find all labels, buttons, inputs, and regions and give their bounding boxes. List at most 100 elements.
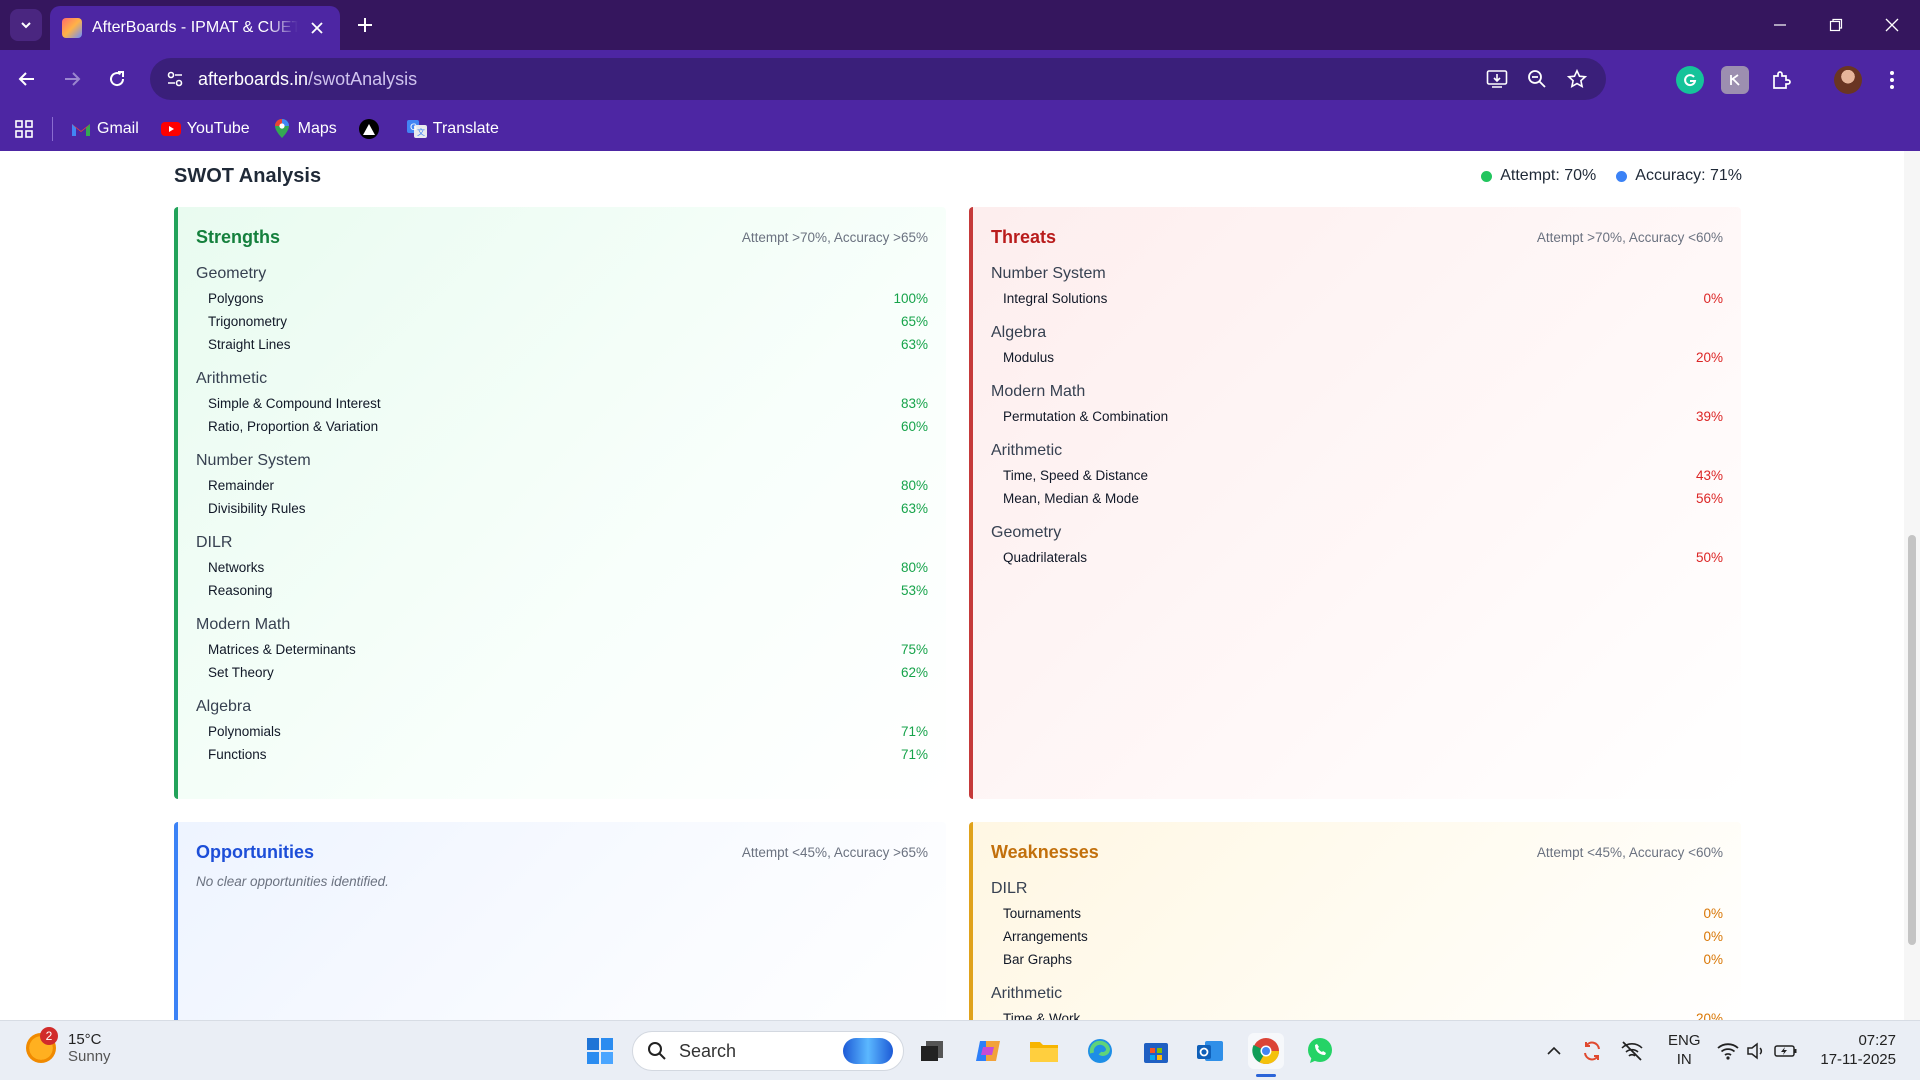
weather-condition: Sunny bbox=[68, 1048, 111, 1065]
clock-time: 07:27 bbox=[1858, 1032, 1896, 1049]
apps-grid-button[interactable] bbox=[14, 119, 34, 139]
bookmark-maps[interactable]: Maps bbox=[272, 119, 337, 138]
search-label: Search bbox=[679, 1040, 737, 1061]
extensions-puzzle-icon[interactable] bbox=[1767, 66, 1795, 94]
browser-menu-icon[interactable] bbox=[1878, 66, 1906, 94]
grammarly-extension-icon[interactable] bbox=[1676, 66, 1704, 94]
file-explorer-button[interactable] bbox=[1026, 1033, 1062, 1069]
reload-button[interactable] bbox=[100, 62, 134, 96]
threats-card: Threats Attempt >70%, Accuracy <60% Numb… bbox=[969, 207, 1741, 799]
triangle-app-icon bbox=[358, 119, 379, 139]
bookmarks-divider bbox=[52, 117, 53, 141]
taskbar-search[interactable]: Search bbox=[632, 1031, 904, 1071]
chevron-down-icon bbox=[21, 22, 31, 29]
weather-widget[interactable]: 2 15°C Sunny bbox=[26, 1027, 111, 1065]
search-highlight-icon bbox=[843, 1038, 893, 1064]
extension-app-icon[interactable] bbox=[1721, 66, 1749, 94]
tab-search-button[interactable] bbox=[10, 9, 42, 41]
topic-group: Modern Math Permutation & Combination 39% bbox=[991, 379, 1723, 428]
page-title: SWOT Analysis bbox=[174, 165, 322, 187]
network-status-button[interactable] bbox=[1618, 1033, 1646, 1069]
profile-avatar[interactable] bbox=[1834, 66, 1862, 94]
gmail-icon bbox=[71, 120, 91, 138]
address-bar-actions bbox=[1484, 68, 1590, 90]
restore-button[interactable] bbox=[1808, 0, 1864, 50]
tab-close-button[interactable] bbox=[306, 17, 328, 39]
language-indicator[interactable]: ENG IN bbox=[1668, 1031, 1701, 1069]
new-tab-button[interactable] bbox=[352, 12, 378, 38]
no-internet-icon bbox=[1621, 1041, 1643, 1061]
outlook-button[interactable] bbox=[1192, 1033, 1228, 1069]
topic-group: Arithmetic Simple & Compound Interest 83%… bbox=[196, 366, 928, 438]
start-button[interactable] bbox=[582, 1033, 618, 1069]
restore-icon bbox=[1829, 18, 1843, 32]
whatsapp-button[interactable] bbox=[1302, 1033, 1338, 1069]
system-clock[interactable]: 07:27 17-11-2025 bbox=[1820, 1031, 1896, 1069]
whatsapp-icon bbox=[1308, 1038, 1332, 1063]
battery-button[interactable] bbox=[1772, 1033, 1800, 1069]
topic-group: Arithmetic Time & Work 20% bbox=[991, 981, 1723, 1020]
page-content: SWOT Analysis Attempt: 70% Accuracy: 71%… bbox=[0, 151, 1920, 1020]
strengths-groups: Geometry Polygons 100% Trigonometry 65% St… bbox=[196, 261, 928, 766]
wifi-icon bbox=[1717, 1043, 1739, 1060]
topic-row: Time, Speed & Distance 43% bbox=[1003, 468, 1723, 483]
tab-strip: AfterBoards - IPMAT & CUET Pr bbox=[0, 0, 1920, 50]
volume-button[interactable] bbox=[1742, 1033, 1770, 1069]
bookmark-youtube[interactable]: YouTube bbox=[160, 120, 250, 138]
strengths-criteria: Attempt >70%, Accuracy >65% bbox=[741, 230, 928, 245]
bookmark-gmail[interactable]: Gmail bbox=[71, 120, 139, 138]
topic-group: Number System Remainder 80% Divisibility … bbox=[196, 448, 928, 520]
forward-button[interactable] bbox=[55, 62, 89, 96]
wifi-button[interactable] bbox=[1714, 1033, 1742, 1069]
weather-temperature: 15°C bbox=[68, 1031, 102, 1048]
task-view-icon bbox=[921, 1041, 943, 1061]
chrome-button[interactable] bbox=[1248, 1033, 1284, 1069]
bookmark-translate[interactable]: G文 Translate bbox=[406, 120, 499, 138]
battery-charging-icon bbox=[1774, 1045, 1797, 1057]
microsoft-store-button[interactable] bbox=[1138, 1033, 1174, 1069]
site-info-icon[interactable] bbox=[164, 68, 186, 90]
close-window-button[interactable] bbox=[1864, 0, 1920, 50]
outlook-icon bbox=[1197, 1041, 1223, 1061]
close-icon bbox=[1885, 18, 1899, 32]
address-bar[interactable]: afterboards.in/swotAnalysis bbox=[150, 58, 1606, 100]
topic-row: Polygons 100% bbox=[208, 291, 928, 306]
arrow-right-icon bbox=[65, 72, 81, 86]
bookmark-star-icon[interactable] bbox=[1564, 68, 1590, 90]
edge-icon bbox=[1088, 1039, 1112, 1063]
minimize-icon bbox=[1774, 24, 1786, 26]
install-app-icon[interactable] bbox=[1484, 68, 1510, 90]
active-tab[interactable]: AfterBoards - IPMAT & CUET Pr bbox=[50, 6, 340, 50]
page-scrollbar[interactable] bbox=[1904, 151, 1920, 1020]
task-view-button[interactable] bbox=[914, 1033, 950, 1069]
show-hidden-icons-button[interactable] bbox=[1540, 1033, 1568, 1069]
topic-row: Networks 80% bbox=[208, 560, 928, 575]
topic-group: Arithmetic Time, Speed & Distance 43% Mea… bbox=[991, 438, 1723, 510]
search-icon bbox=[648, 1042, 666, 1060]
topic-row: Straight Lines 63% bbox=[208, 337, 928, 352]
topic-group: Geometry Polygons 100% Trigonometry 65% St… bbox=[196, 261, 928, 356]
back-button[interactable] bbox=[10, 62, 44, 96]
edge-button[interactable] bbox=[1082, 1033, 1118, 1069]
bookmark-triangle-app[interactable] bbox=[358, 119, 385, 139]
scrollbar-thumb[interactable] bbox=[1908, 535, 1916, 945]
topic-row: Time & Work 20% bbox=[1003, 1011, 1723, 1020]
copilot-button[interactable] bbox=[970, 1033, 1006, 1069]
minimize-button[interactable] bbox=[1752, 0, 1808, 50]
zoom-icon[interactable] bbox=[1524, 68, 1550, 90]
topic-row: Tournaments 0% bbox=[1003, 906, 1723, 921]
close-icon bbox=[311, 22, 323, 34]
topic-row: Bar Graphs 0% bbox=[1003, 952, 1723, 967]
topic-group: Algebra Polynomials 71% Functions 71% bbox=[196, 694, 928, 766]
topic-row: Arrangements 0% bbox=[1003, 929, 1723, 944]
topic-group: Geometry Quadrilaterals 50% bbox=[991, 520, 1723, 569]
topic-row: Trigonometry 65% bbox=[208, 314, 928, 329]
sync-tray-button[interactable] bbox=[1578, 1033, 1606, 1069]
bookmarks-bar: Gmail YouTube Maps G文 Translate bbox=[0, 107, 1920, 151]
copilot-icon bbox=[976, 1041, 1000, 1061]
maps-icon bbox=[272, 119, 292, 138]
weather-badge: 2 bbox=[40, 1027, 58, 1045]
svg-text:G: G bbox=[410, 123, 417, 133]
legend-attempt: Attempt: 70% bbox=[1481, 167, 1596, 185]
strengths-card: Strengths Attempt >70%, Accuracy >65% Ge… bbox=[174, 207, 946, 799]
